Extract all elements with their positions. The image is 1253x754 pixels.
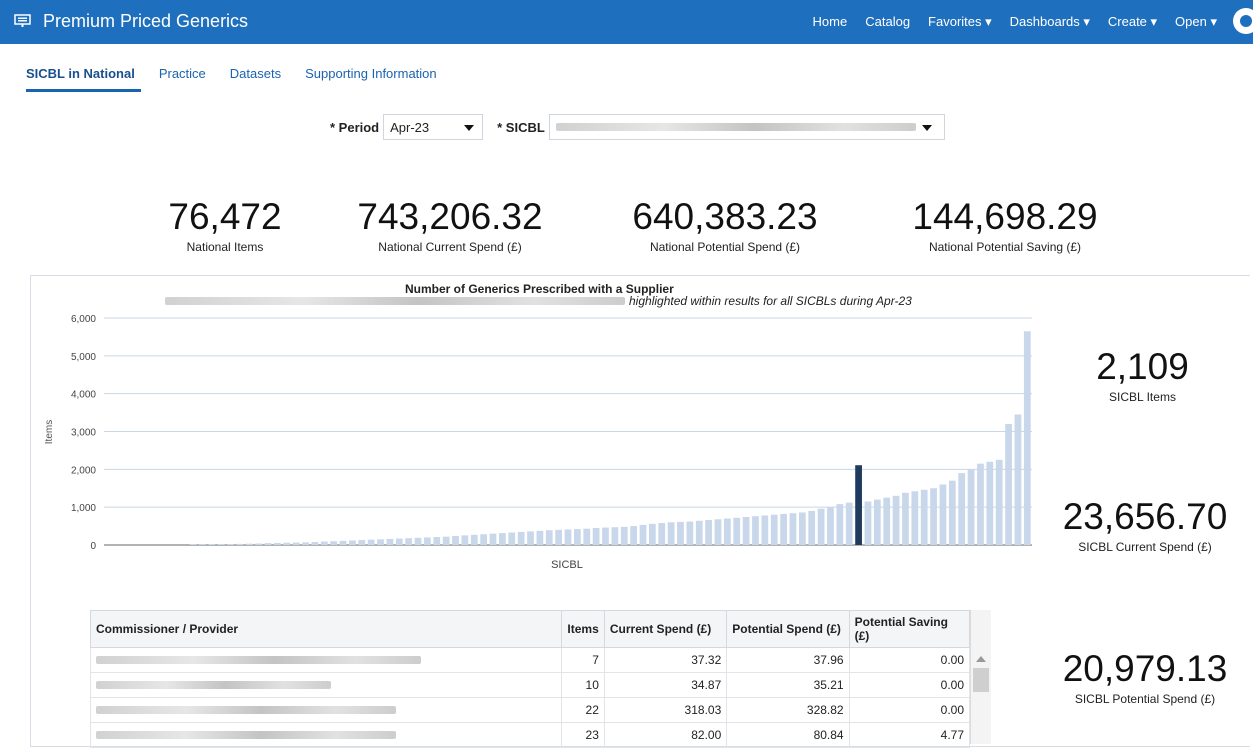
cell-potential-saving: 0.00 [848, 647, 971, 673]
cell-items: 10 [561, 672, 605, 698]
kpi-value: 20,979.13 [1062, 648, 1228, 689]
col-current-spend[interactable]: Current Spend (£) [603, 610, 728, 648]
col-potential-spend[interactable]: Potential Spend (£) [726, 610, 850, 648]
provider-name-redacted [89, 697, 563, 723]
cell-current-spend: 37.32 [603, 647, 728, 673]
nav-dashboards[interactable]: Dashboards ▾ [1010, 14, 1090, 30]
cell-potential-saving: 0.00 [848, 672, 971, 698]
table-row[interactable]: 22 318.03 328.82 0.00 [89, 697, 971, 723]
cell-potential-saving: 0.00 [848, 697, 971, 723]
cell-potential-spend: 80.84 [726, 722, 850, 748]
col-commissioner-provider[interactable]: Commissioner / Provider [89, 610, 563, 648]
provider-name-redacted [89, 722, 563, 748]
cell-current-spend: 34.87 [603, 672, 728, 698]
kpi-value: 144,698.29 [912, 196, 1098, 237]
cell-potential-spend: 37.96 [726, 647, 850, 673]
cell-potential-spend: 328.82 [726, 697, 850, 723]
nav-favorites[interactable]: Favorites ▾ [928, 14, 992, 30]
kpi-value: 743,206.32 [357, 196, 543, 237]
global-nav: Home Catalog Favorites ▾ Dashboards ▾ Cr… [795, 14, 1217, 30]
cell-items: 22 [561, 697, 605, 723]
table-row[interactable]: 10 34.87 35.21 0.00 [89, 672, 971, 698]
kpi-national-potential-spend: 640,383.23 National Potential Spend (£) [620, 196, 830, 254]
sicbl-select[interactable] [548, 114, 945, 140]
cell-potential-spend: 35.21 [726, 672, 850, 698]
redacted-sicbl-name [165, 297, 625, 305]
cell-current-spend: 82.00 [603, 722, 728, 748]
kpi-label: SICBL Items [1109, 390, 1176, 404]
period-value: Apr-23 [390, 119, 430, 135]
provider-name-redacted [89, 647, 563, 673]
redacted-sicbl-value [555, 123, 916, 131]
kpi-label: National Items [186, 240, 264, 254]
col-potential-saving[interactable]: Potential Saving (£) [848, 610, 971, 648]
kpi-value: 640,383.23 [632, 196, 818, 237]
kpi-label: SICBL Potential Spend (£) [1074, 692, 1216, 706]
nav-create[interactable]: Create ▾ [1108, 14, 1157, 30]
nav-catalog[interactable]: Catalog [865, 14, 910, 30]
user-avatar-icon[interactable] [1233, 8, 1253, 34]
nav-open[interactable]: Open ▾ [1175, 14, 1217, 30]
dashboard-icon [14, 14, 31, 28]
col-items[interactable]: Items [561, 610, 605, 648]
page-tabs: SICBL in National Practice Datasets Supp… [26, 62, 455, 92]
kpi-sicbl-current-spend: 23,656.70 SICBL Current Spend (£) [1050, 496, 1240, 554]
chart-subtitle: highlighted within results for all SICBL… [629, 294, 912, 308]
kpi-label: National Potential Saving (£) [928, 240, 1082, 254]
table-scrollbar[interactable] [970, 610, 991, 744]
chart-subtitle-row: highlighted within results for all SICBL… [165, 294, 912, 308]
chevron-down-icon [464, 125, 475, 131]
kpi-label: National Current Spend (£) [378, 240, 522, 254]
tab-datasets[interactable]: Datasets [224, 62, 287, 92]
cell-potential-saving: 4.77 [848, 722, 971, 748]
tab-practice[interactable]: Practice [153, 62, 212, 92]
provider-table: Commissioner / Provider Items Current Sp… [89, 610, 990, 748]
table-row[interactable]: 7 37.32 37.96 0.00 [89, 647, 971, 673]
period-select[interactable]: Apr-23 [383, 114, 484, 140]
chevron-down-icon [921, 125, 932, 131]
cell-items: 7 [561, 647, 605, 673]
tab-supporting-information[interactable]: Supporting Information [299, 62, 443, 92]
kpi-national-current-spend: 743,206.32 National Current Spend (£) [345, 196, 555, 254]
table-header-row: Commissioner / Provider Items Current Sp… [89, 610, 971, 648]
kpi-label: National Potential Spend (£) [649, 240, 801, 254]
kpi-sicbl-items: 2,109 SICBL Items [1060, 346, 1225, 404]
kpi-national-items: 76,472 National Items [145, 196, 305, 254]
table-row[interactable]: 23 82.00 80.84 4.77 [89, 722, 971, 748]
sicbl-label: * SICBL [497, 119, 545, 135]
kpi-value: 23,656.70 [1062, 496, 1228, 537]
kpi-label: SICBL Current Spend (£) [1078, 540, 1212, 554]
filter-bar: * Period Apr-23 * SICBL [330, 114, 945, 140]
provider-name-redacted [89, 672, 563, 698]
nav-home[interactable]: Home [813, 14, 848, 30]
scroll-up-icon[interactable] [976, 656, 986, 662]
kpi-value: 2,109 [1096, 346, 1189, 387]
kpi-national-potential-saving: 144,698.29 National Potential Saving (£) [895, 196, 1115, 254]
kpi-value: 76,472 [168, 196, 282, 237]
kpi-sicbl-potential-spend: 20,979.13 SICBL Potential Spend (£) [1050, 648, 1240, 706]
app-title: Premium Priced Generics [43, 11, 249, 31]
top-bar: Premium Priced Generics Home Catalog Fav… [0, 0, 1253, 44]
cell-items: 23 [561, 722, 605, 748]
scroll-thumb[interactable] [973, 668, 989, 692]
tab-sicbl-in-national[interactable]: SICBL in National [26, 62, 141, 92]
period-label: * Period [330, 119, 380, 135]
cell-current-spend: 318.03 [603, 697, 728, 723]
